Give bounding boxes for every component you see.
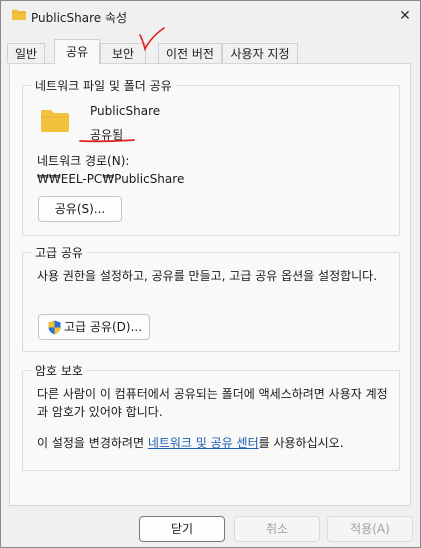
- apply-button[interactable]: 적용(A): [327, 516, 413, 542]
- change-setting-suffix: 를 사용하십시오.: [258, 436, 344, 450]
- tab-security[interactable]: 보안: [100, 43, 146, 63]
- shared-folder-icon: [41, 110, 69, 132]
- tab-sharing[interactable]: 공유: [54, 39, 100, 64]
- tab-customize[interactable]: 사용자 지정: [222, 43, 298, 63]
- password-protection-description: 다른 사람이 이 컴퓨터에서 공유되는 폴더에 액세스하려면 사용자 계정과 암…: [37, 387, 388, 419]
- advanced-sharing-group: 고급 공유 사용 권한을 설정하고, 공유를 만들고, 고급 공유 옵션을 설정…: [22, 244, 400, 352]
- advanced-sharing-button-label: 고급 공유(D)...: [63, 320, 143, 334]
- cancel-button[interactable]: 취소: [234, 516, 320, 542]
- close-dialog-button[interactable]: 닫기: [139, 516, 225, 542]
- change-setting-prefix: 이 설정을 변경하려면: [37, 436, 148, 450]
- tab-general[interactable]: 일반: [7, 43, 45, 63]
- network-sharing-title: 네트워크 파일 및 폴더 공유: [31, 77, 176, 94]
- share-status: 공유됨: [90, 128, 124, 142]
- network-sharing-center-link[interactable]: 네트워크 및 공유 센터: [148, 436, 259, 450]
- network-path-label: 네트워크 경로(N):: [37, 154, 130, 168]
- window-title: PublicShare 속성: [31, 11, 128, 25]
- title-bar: PublicShare 속성 ✕: [1, 1, 420, 31]
- folder-icon: [12, 9, 26, 20]
- network-path-value: ₩₩EEL-PC₩PublicShare: [37, 172, 185, 186]
- network-sharing-group: 네트워크 파일 및 폴더 공유 PublicShare 공유됨 네트워크 경로(…: [22, 77, 400, 236]
- folder-name: PublicShare: [90, 104, 161, 118]
- close-icon[interactable]: ✕: [390, 1, 420, 31]
- advanced-sharing-button[interactable]: 고급 공유(D)...: [38, 314, 150, 340]
- share-button[interactable]: 공유(S)...: [38, 196, 122, 222]
- advanced-sharing-title: 고급 공유: [31, 244, 87, 261]
- properties-window: PublicShare 속성 ✕ 일반 공유 보안 이전 버전 사용자 지정 네…: [0, 0, 421, 548]
- sharing-panel: 네트워크 파일 및 폴더 공유 PublicShare 공유됨 네트워크 경로(…: [9, 63, 411, 506]
- advanced-sharing-description: 사용 권한을 설정하고, 공유를 만들고, 고급 공유 옵션을 설정합니다.: [37, 269, 378, 283]
- password-protection-title: 암호 보호: [31, 362, 87, 379]
- uac-shield-icon: [48, 320, 61, 335]
- password-protection-group: 암호 보호 다른 사람이 이 컴퓨터에서 공유되는 폴더에 액세스하려면 사용자…: [22, 362, 400, 471]
- change-setting-text: 이 설정을 변경하려면 네트워크 및 공유 센터를 사용하십시오.: [37, 434, 344, 451]
- tab-previous-versions[interactable]: 이전 버전: [158, 43, 222, 63]
